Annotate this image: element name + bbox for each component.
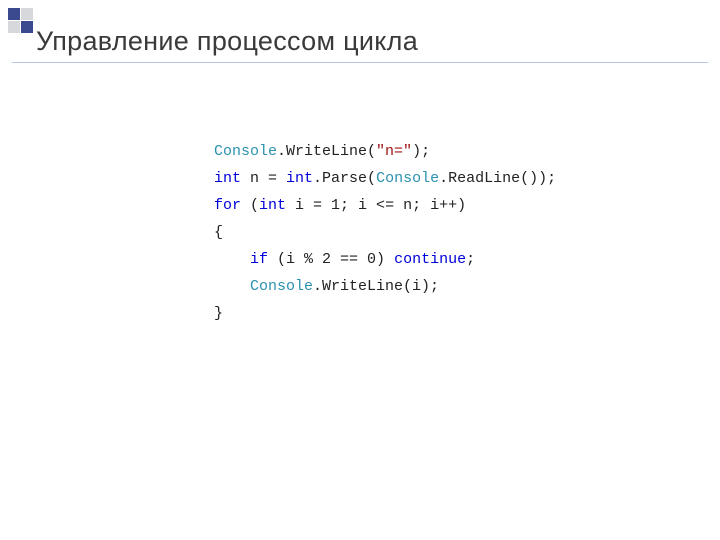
deco-square (8, 8, 20, 20)
code-text: .Parse( (313, 170, 376, 187)
code-keyword: int (286, 170, 313, 187)
code-line: Console.WriteLine(i); (214, 273, 556, 300)
code-indent (214, 278, 250, 295)
deco-square (21, 8, 33, 20)
title-underline (12, 62, 708, 63)
code-line: } (214, 300, 556, 327)
code-text: ); (412, 143, 430, 160)
code-text: ; (466, 251, 475, 268)
deco-square (21, 21, 33, 33)
code-class: Console (376, 170, 439, 187)
code-text: n = (241, 170, 286, 187)
code-keyword: continue (394, 251, 466, 268)
code-indent (214, 251, 250, 268)
code-line: for (int i = 1; i <= n; i++) (214, 192, 556, 219)
code-class: Console (214, 143, 277, 160)
code-text: i = 1; i <= n; i++) (286, 197, 466, 214)
code-keyword: for (214, 197, 241, 214)
code-keyword: int (259, 197, 286, 214)
code-string: "n=" (376, 143, 412, 160)
corner-decoration (8, 8, 36, 33)
code-line: { (214, 219, 556, 246)
code-block: Console.WriteLine("n="); int n = int.Par… (214, 138, 556, 327)
slide-title: Управление процессом цикла (36, 26, 418, 57)
code-text: ( (241, 197, 259, 214)
code-line: Console.WriteLine("n="); (214, 138, 556, 165)
code-keyword: int (214, 170, 241, 187)
deco-square (8, 21, 20, 33)
code-text: .WriteLine( (277, 143, 376, 160)
code-text: (i % 2 == 0) (268, 251, 394, 268)
code-text: .ReadLine()); (439, 170, 556, 187)
code-keyword: if (250, 251, 268, 268)
code-class: Console (250, 278, 313, 295)
code-line: int n = int.Parse(Console.ReadLine()); (214, 165, 556, 192)
code-line: if (i % 2 == 0) continue; (214, 246, 556, 273)
code-text: .WriteLine(i); (313, 278, 439, 295)
